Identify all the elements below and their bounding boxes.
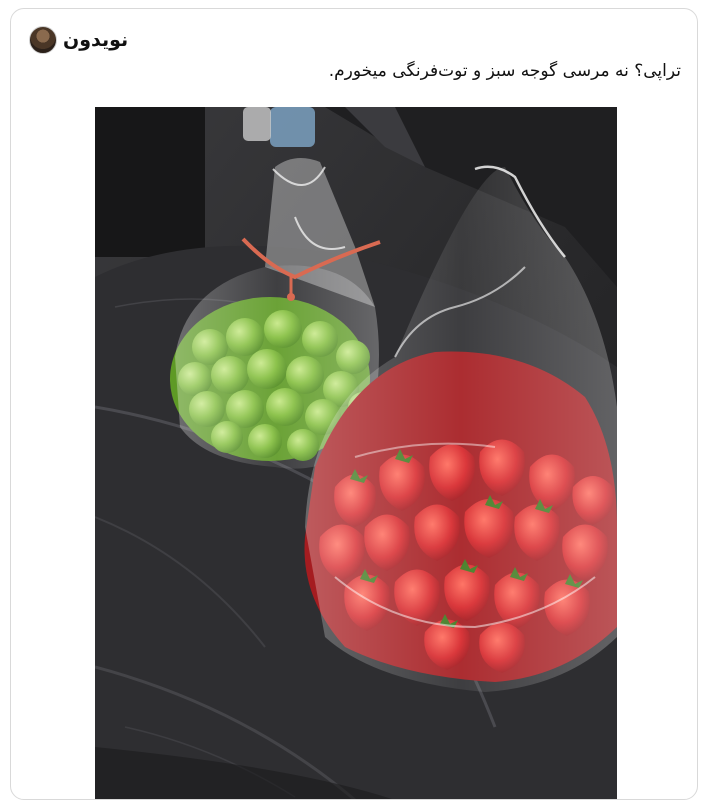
author-name[interactable]: نویدون xyxy=(63,29,128,51)
post-text: تراپی؟ نه مرسی گوجه سبز و توت‌فرنگی میخو… xyxy=(328,61,681,81)
avatar[interactable] xyxy=(29,26,57,54)
post-header: نویدون xyxy=(29,25,128,55)
post-photo[interactable] xyxy=(95,107,617,799)
photo-image xyxy=(95,107,617,799)
post-card[interactable]: نویدون تراپی؟ نه مرسی گوجه سبز و توت‌فرن… xyxy=(10,8,698,800)
